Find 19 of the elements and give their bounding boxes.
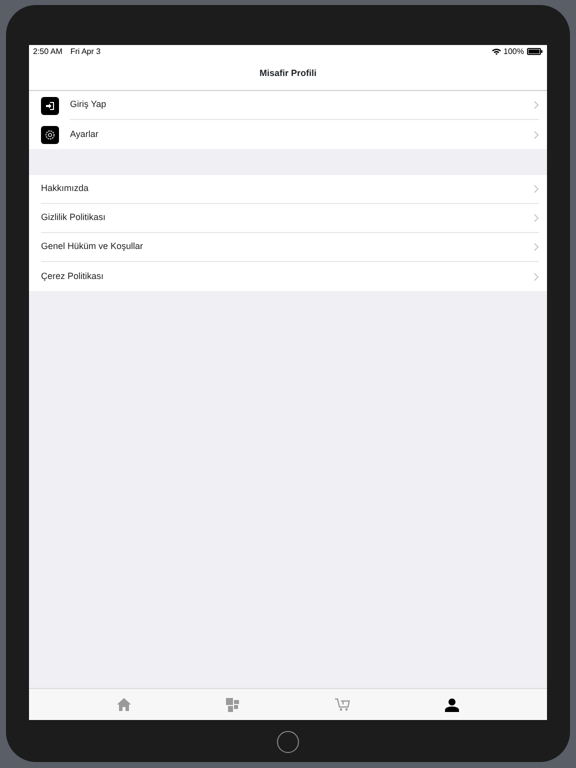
battery-icon [527, 48, 543, 55]
chevron-icon [534, 185, 539, 193]
home-button[interactable] [277, 731, 299, 753]
gear-icon [41, 126, 59, 144]
chevron-icon [534, 272, 539, 280]
status-date: Fri Apr 3 [70, 46, 101, 58]
battery-percent: 100% [504, 46, 524, 58]
grid-icon[interactable] [224, 696, 242, 714]
person-icon[interactable] [443, 696, 462, 714]
chevron-icon [534, 243, 539, 251]
cart-icon[interactable] [333, 696, 352, 713]
chevron-icon [534, 214, 539, 222]
home-icon[interactable] [114, 696, 133, 713]
status-time: 2:50 AM [33, 46, 62, 58]
chevron-icon [534, 101, 539, 109]
login-icon [41, 96, 59, 114]
nav-title: Misafir Profili [259, 67, 316, 80]
chevron-icon [534, 130, 539, 138]
wifi-icon [492, 48, 501, 55]
